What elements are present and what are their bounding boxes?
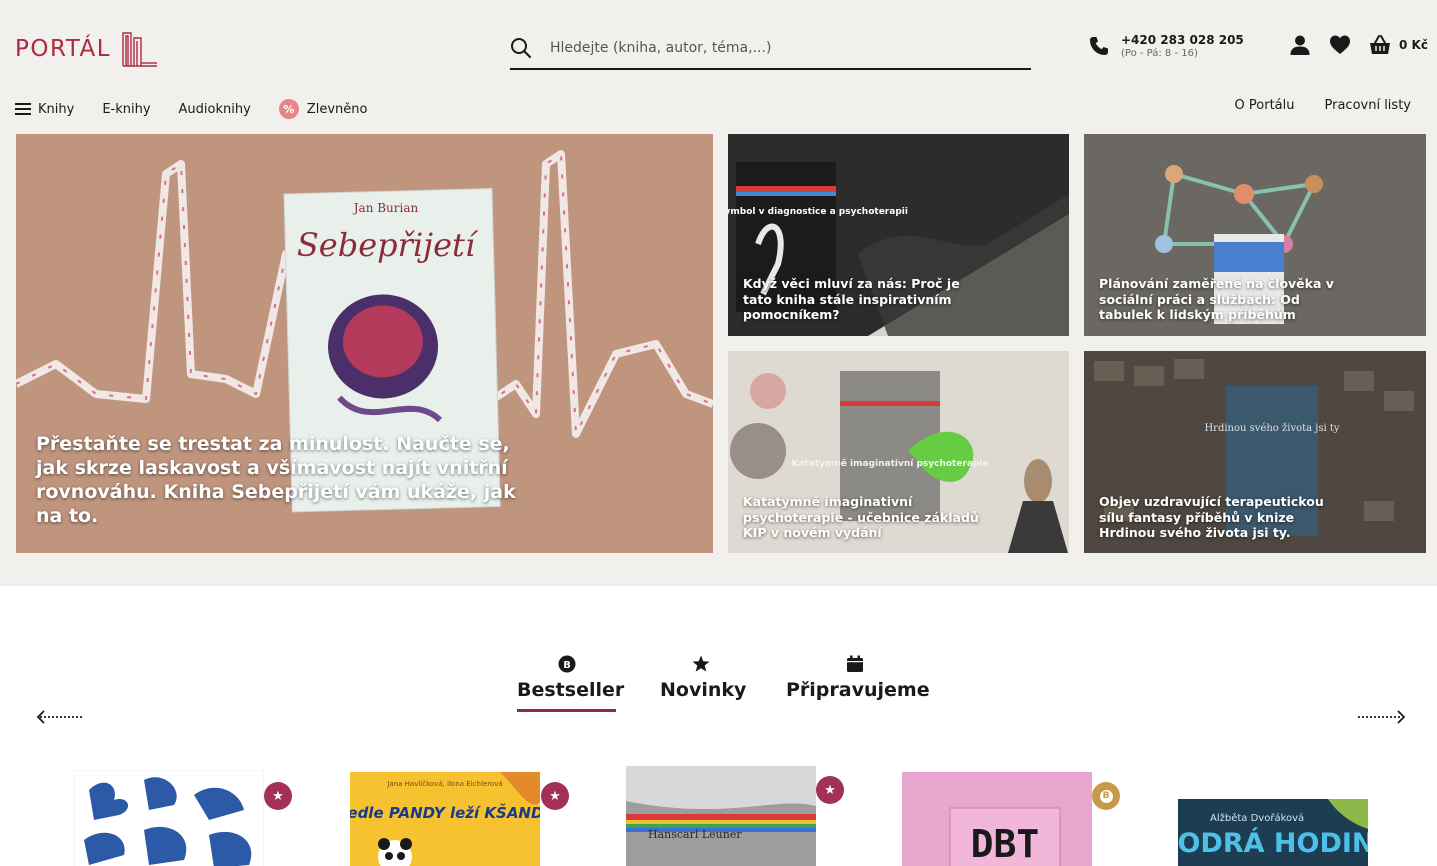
hero-tile-4[interactable]: Hrdinou svého života jsi ty Objev uzdrav… <box>1084 351 1426 553</box>
carousel-next-arrow-icon[interactable] <box>1356 709 1406 725</box>
product-cover-text: Jana Havlíčková, Ilona Eichlerová Vedle … <box>350 780 540 822</box>
svg-text:Hanscarl Leuner: Hanscarl Leuner <box>648 828 742 841</box>
tab-pripravujeme[interactable]: Připravujeme <box>786 655 930 709</box>
product-card[interactable]: Hanscarl Leuner <box>626 766 816 866</box>
logo[interactable]: PORTÁL <box>15 30 159 68</box>
tab-bestseller[interactable]: B Bestseller <box>517 655 624 712</box>
new-badge-star-icon: ★ <box>541 782 569 810</box>
product-card[interactable]: Alžběta Dvořáková MODRÁ HODINA <box>1178 799 1368 866</box>
hero-tile-1-caption: Když věci mluví za nás: Proč je tato kni… <box>743 276 960 322</box>
svg-text:Katatymně imaginativní psychot: Katatymně imaginativní psychoterapie <box>791 458 988 469</box>
star-icon <box>692 655 710 672</box>
svg-text:B: B <box>563 660 571 671</box>
nav-item-knihy[interactable]: Knihy <box>15 102 74 117</box>
nav-label: Pracovní listy <box>1324 98 1412 113</box>
logo-mark-icon <box>122 32 158 67</box>
bestseller-badge-icon: B <box>1092 782 1120 810</box>
hero-main-caption: Přestaňte se trestat za minulost. Naučte… <box>36 433 516 527</box>
nav-label: O Portálu <box>1234 98 1295 113</box>
nav-item-o-portalu[interactable]: O Portálu <box>1235 98 1295 113</box>
svg-text:Alžběta Dvořáková: Alžběta Dvořáková <box>1210 812 1304 824</box>
logo-text: PORTÁL <box>15 36 112 62</box>
nav-item-audioknihy[interactable]: Audioknihy <box>179 102 251 117</box>
menu-icon[interactable] <box>15 103 31 115</box>
nav-label: Zlevněno <box>306 101 368 117</box>
svg-text:Hrdinou svého života jsi ty: Hrdinou svého života jsi ty <box>1204 423 1339 434</box>
product-cover-text: Hanscarl Leuner <box>648 828 742 841</box>
discount-icon: % <box>278 99 299 119</box>
nav-label: Knihy <box>38 101 75 117</box>
product-cover-text: Alžběta Dvořáková MODRÁ HODINA <box>1178 812 1368 859</box>
nav-item-zlevneno[interactable]: % Zlevněno <box>278 99 368 119</box>
product-card[interactable] <box>74 770 264 866</box>
product-card[interactable]: Jana Havlíčková, Ilona Eichlerová Vedle … <box>350 772 540 866</box>
hero-tile-1[interactable]: Symbol v diagnostice a psychoterapii Kdy… <box>728 134 1069 336</box>
calendar-icon <box>847 655 863 672</box>
svg-text:Jan Burian: Jan Burian <box>352 201 419 215</box>
nav-item-pracovni-listy[interactable]: Pracovní listy <box>1325 98 1412 113</box>
bestseller-badge-label: B <box>1099 789 1113 803</box>
svg-text:Vedle PANDY leží KŠANDY: Vedle PANDY leží KŠANDY <box>350 802 540 822</box>
heart-icon[interactable] <box>1329 34 1351 56</box>
search-input[interactable] <box>550 40 1010 56</box>
tab-label: Bestseller <box>517 679 624 712</box>
hero-main-banner[interactable]: Jan Burian Sebepřijetí Přestaňte se tres… <box>16 134 713 553</box>
svg-text:Symbol v diagnostice a psychot: Symbol v diagnostice a psychoterapii <box>728 207 908 217</box>
tab-label: Připravujeme <box>786 679 930 701</box>
nav-label: E-knihy <box>102 101 151 117</box>
bestseller-b-icon: B <box>558 655 575 673</box>
new-badge-star-icon: ★ <box>816 776 844 804</box>
search-bar[interactable] <box>510 28 1031 70</box>
new-badge-star-icon: ★ <box>264 782 292 810</box>
hero-tile-3[interactable]: Katatymně imaginativní psychoterapie Kat… <box>728 351 1069 553</box>
main-nav: Knihy E-knihy Audioknihy % Zlevněno O Po… <box>15 98 1425 120</box>
product-card[interactable]: DBT <box>902 772 1092 866</box>
cart-total[interactable]: 0 Kč <box>1399 38 1428 52</box>
tab-novinky[interactable]: Novinky <box>660 655 747 709</box>
nav-label: Audioknihy <box>178 101 251 117</box>
svg-text:Jana Havlíčková, Ilona Eichler: Jana Havlíčková, Ilona Eichlerová <box>386 780 502 788</box>
svg-text:MODRÁ HODINA: MODRÁ HODINA <box>1178 827 1368 859</box>
nav-item-e-knihy[interactable]: E-knihy <box>102 102 150 117</box>
phone-number[interactable]: +420 283 028 205 <box>1121 33 1244 47</box>
basket-icon[interactable] <box>1369 34 1391 56</box>
nav-right: O Portálu Pracovní listy <box>1205 98 1411 113</box>
user-icon[interactable] <box>1289 34 1311 56</box>
hero-tile-2[interactable]: Plánování zaměřené na člověka v sociální… <box>1084 134 1426 336</box>
svg-text:Sebepřijetí: Sebepřijetí <box>297 226 479 264</box>
hero-tile-4-caption: Objev uzdravující terapeutickou sílu fan… <box>1099 494 1324 540</box>
carousel-prev-arrow-icon[interactable] <box>36 709 86 725</box>
product-cover-text: DBT <box>971 822 1040 866</box>
hero-tile-3-caption: Katatymně imaginativní psychoterapie - u… <box>743 494 979 540</box>
hero-tile-2-caption: Plánování zaměřené na člověka v sociální… <box>1099 276 1334 322</box>
svg-text:DBT: DBT <box>971 822 1040 866</box>
tab-label: Novinky <box>660 679 747 701</box>
product-tabs: B Bestseller Novinky Připravujeme <box>0 655 1437 715</box>
product-cover <box>74 770 264 866</box>
phone-hours: (Po - Pá: 8 - 16) <box>1121 48 1198 59</box>
phone-icon <box>1090 37 1108 55</box>
phone-contact[interactable]: +420 283 028 205 (Po - Pá: 8 - 16) <box>1089 33 1244 59</box>
header-actions: 0 Kč <box>1289 34 1428 56</box>
search-icon[interactable] <box>510 37 532 59</box>
